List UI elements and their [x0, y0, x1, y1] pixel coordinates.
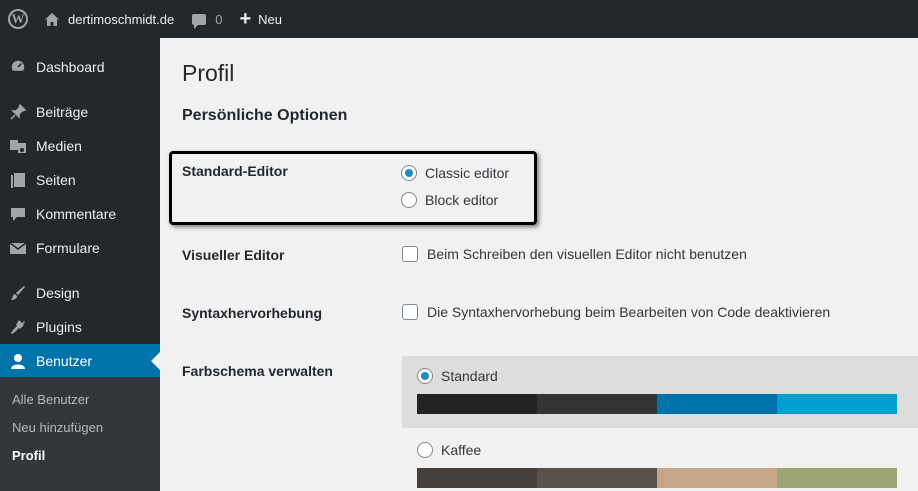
- sidebar-item-label: Design: [36, 285, 80, 301]
- syntax-highlighting-option-text: Die Syntaxhervorhebung beim Bearbeiten v…: [427, 304, 831, 320]
- block-editor-option[interactable]: Block editor: [401, 192, 498, 208]
- color-scheme-kaffee[interactable]: Kaffee: [402, 428, 918, 491]
- swatch: [777, 468, 897, 488]
- new-label: Neu: [258, 11, 282, 27]
- block-editor-label: Block editor: [425, 192, 499, 208]
- sidebar-item-label: Medien: [36, 138, 82, 154]
- swatch: [537, 468, 657, 488]
- syntax-highlighting-option[interactable]: Die Syntaxhervorhebung beim Bearbeiten v…: [402, 304, 830, 320]
- color-scheme-kaffee-radio[interactable]: [417, 442, 433, 458]
- sidebar-item-design[interactable]: Design: [0, 276, 160, 310]
- visual-editor-checkbox[interactable]: [402, 246, 418, 262]
- classic-editor-label: Classic editor: [425, 165, 510, 181]
- admin-sidebar: Dashboard Beiträge Medien Seiten Komment…: [0, 38, 160, 491]
- swatch: [657, 468, 777, 488]
- syntax-highlighting-checkbox[interactable]: [402, 304, 418, 320]
- dashboard-icon: [9, 58, 27, 76]
- color-scheme-kaffee-name: Kaffee: [441, 442, 482, 458]
- color-scheme-standard-option[interactable]: Standard: [417, 368, 498, 384]
- admin-bar: W dertimoschmidt.de 0 + Neu: [0, 0, 918, 38]
- submenu-add-new[interactable]: Neu hinzufügen: [12, 420, 103, 435]
- site-name-link[interactable]: dertimoschmidt.de: [44, 0, 174, 38]
- color-scheme-standard[interactable]: Standard: [402, 356, 918, 428]
- swatch: [777, 394, 897, 414]
- pin-icon: [9, 103, 27, 121]
- swatch: [417, 394, 537, 414]
- page-title: Profil: [182, 60, 235, 86]
- mail-icon: [9, 239, 27, 257]
- color-scheme-standard-swatches: [417, 394, 897, 414]
- sidebar-item-label: Kommentare: [36, 206, 117, 222]
- plus-icon: +: [239, 8, 252, 30]
- color-scheme-standard-name: Standard: [441, 368, 498, 384]
- section-title: Persönliche Optionen: [182, 107, 348, 124]
- wordpress-logo-icon: W: [8, 9, 28, 29]
- submenu-all-users[interactable]: Alle Benutzer: [12, 392, 89, 407]
- block-editor-radio[interactable]: [401, 192, 417, 208]
- home-icon: [45, 12, 59, 26]
- users-submenu: Alle Benutzer Neu hinzufügen Profil: [0, 377, 160, 491]
- visual-editor-option[interactable]: Beim Schreiben den visuellen Editor nich…: [402, 246, 747, 262]
- color-scheme-kaffee-swatches: [417, 468, 897, 488]
- submenu-profile[interactable]: Profil: [12, 448, 45, 463]
- swatch: [417, 468, 537, 488]
- sidebar-item-label: Benutzer: [36, 353, 93, 369]
- comments-link[interactable]: 0: [192, 0, 222, 38]
- sidebar-item-label: Formulare: [36, 240, 100, 256]
- sidebar-item-plugins[interactable]: Plugins: [0, 310, 160, 344]
- sidebar-item-kommentare[interactable]: Kommentare: [0, 197, 160, 231]
- classic-editor-option[interactable]: Classic editor: [401, 165, 509, 181]
- visual-editor-option-text: Beim Schreiben den visuellen Editor nich…: [427, 246, 747, 262]
- swatch: [537, 394, 657, 414]
- comment-bubble-icon: [192, 13, 207, 29]
- wordpress-logo-button[interactable]: W: [0, 0, 28, 38]
- classic-editor-radio[interactable]: [401, 165, 417, 181]
- media-icon: [9, 137, 27, 155]
- sidebar-item-benutzer[interactable]: Benutzer: [0, 344, 160, 378]
- color-scheme-standard-radio[interactable]: [417, 368, 433, 384]
- sidebar-item-label: Dashboard: [36, 59, 105, 75]
- sidebar-item-dashboard[interactable]: Dashboard: [0, 50, 160, 84]
- comment-icon: [9, 205, 27, 223]
- comments-count: 0: [215, 11, 223, 27]
- user-icon: [9, 352, 27, 370]
- sidebar-item-medien[interactable]: Medien: [0, 129, 160, 163]
- visual-editor-label: Visueller Editor: [182, 247, 285, 263]
- plugin-icon: [9, 318, 27, 336]
- sidebar-item-beitraege[interactable]: Beiträge: [0, 95, 160, 129]
- syntax-highlighting-label: Syntaxhervorhebung: [182, 305, 323, 321]
- color-scheme-label: Farbschema verwalten: [182, 363, 333, 379]
- editor-setting-label: Standard-Editor: [182, 163, 288, 179]
- swatch: [657, 394, 777, 414]
- pages-icon: [9, 171, 27, 189]
- sidebar-item-formulare[interactable]: Formulare: [0, 231, 160, 265]
- color-scheme-kaffee-option[interactable]: Kaffee: [417, 442, 481, 458]
- sidebar-item-label: Beiträge: [36, 104, 89, 120]
- new-content-button[interactable]: + Neu: [239, 0, 282, 38]
- sidebar-item-seiten[interactable]: Seiten: [0, 163, 160, 197]
- sidebar-item-label: Seiten: [36, 172, 76, 188]
- sidebar-item-label: Plugins: [36, 319, 82, 335]
- brush-icon: [9, 284, 27, 302]
- site-name: dertimoschmidt.de: [68, 11, 175, 27]
